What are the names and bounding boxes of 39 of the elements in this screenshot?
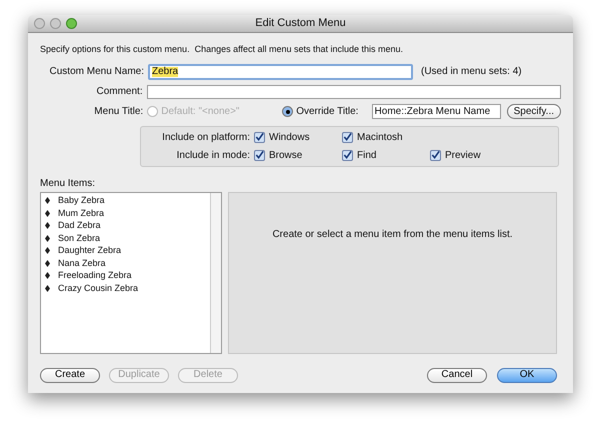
include-label: Include on platform: xyxy=(161,130,251,144)
menu-item[interactable]: Dad Zebra xyxy=(41,220,210,232)
checkbox-label: Browse xyxy=(269,148,302,162)
dialog-button[interactable]: Create xyxy=(40,368,100,382)
zoom-button[interactable] xyxy=(66,18,77,29)
instructions-text: Specify options for this custom menu. Changes affect all menu sets that include this menu. xyxy=(40,43,404,56)
name-field[interactable]: Zebra xyxy=(148,64,413,80)
checkbox-label: Preview xyxy=(445,148,481,162)
field-label: Custom Menu Name: xyxy=(48,65,145,79)
menu-item[interactable]: Daughter Zebra xyxy=(41,244,210,257)
comment-field[interactable] xyxy=(146,84,561,98)
menu-item[interactable]: Nana Zebra xyxy=(41,257,210,270)
title-field[interactable]: Home::Zebra Menu Name xyxy=(372,104,501,119)
dialog-button[interactable]: Cancel xyxy=(427,368,487,382)
radio-label: Override Title: xyxy=(296,105,358,119)
field-label: Comment: xyxy=(95,85,144,99)
include-label: Include in mode: xyxy=(176,148,251,162)
menu-item[interactable]: Mum Zebra xyxy=(41,207,210,220)
field-label: Menu Title: xyxy=(93,105,144,119)
checkbox[interactable] xyxy=(254,150,265,160)
detail-message: Create or select a menu item from the menu items list. xyxy=(272,228,513,242)
menu-item[interactable]: Freeloading Zebra xyxy=(41,270,210,282)
menu-item[interactable]: Son Zebra xyxy=(41,232,210,244)
radio-button[interactable] xyxy=(282,106,294,117)
checkbox[interactable] xyxy=(254,132,265,142)
radio-label: Default: "<none>" xyxy=(161,105,240,119)
menu-items-label: Menu Items: xyxy=(40,176,96,190)
usage-text: (Used in menu sets: 4) xyxy=(421,65,522,79)
menu-item[interactable]: Crazy Cousin Zebra xyxy=(41,282,210,294)
checkbox-label: Windows xyxy=(269,130,310,144)
checkbox[interactable] xyxy=(342,132,353,142)
specify-button[interactable]: Specify... xyxy=(506,104,561,119)
checkbox[interactable] xyxy=(342,150,353,160)
window-title: Edit Custom Menu xyxy=(255,16,346,32)
checkbox-label: Macintosh xyxy=(357,130,403,144)
dialog-button[interactable]: OK xyxy=(497,368,557,382)
checkbox[interactable] xyxy=(430,150,441,160)
menu-item[interactable]: Baby Zebra xyxy=(41,194,210,207)
checkbox-label: Find xyxy=(357,148,376,162)
